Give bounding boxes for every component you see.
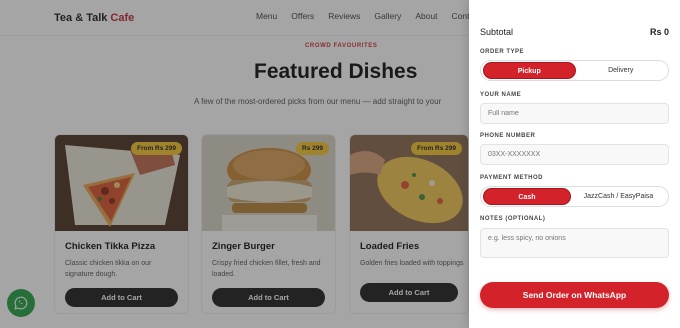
order-type-pickup[interactable]: Pickup: [483, 62, 576, 79]
phone-label: PHONE NUMBER: [480, 133, 536, 139]
name-label: YOUR NAME: [480, 92, 522, 98]
subtotal-label: Subtotal: [480, 27, 514, 37]
notes-label: NOTES (OPTIONAL): [480, 216, 546, 222]
payment-jazzcash-easypaisa[interactable]: JazzCash / EasyPaisa: [571, 188, 666, 205]
modal-backdrop[interactable]: [0, 0, 469, 328]
phone-input[interactable]: [480, 144, 669, 165]
notes-input[interactable]: [480, 228, 669, 258]
order-type-label: ORDER TYPE: [480, 49, 525, 55]
subtotal-value: Rs 0: [649, 27, 669, 37]
payment-label: PAYMENT METHOD: [480, 175, 544, 181]
subtotal-row: Subtotal Rs 0: [480, 27, 669, 37]
order-type-toggle: Pickup Delivery: [480, 60, 669, 81]
send-whatsapp-order-button[interactable]: Send Order on WhatsApp: [480, 282, 669, 308]
payment-cash[interactable]: Cash: [483, 188, 571, 205]
order-type-delivery[interactable]: Delivery: [576, 62, 667, 79]
name-input[interactable]: [480, 103, 669, 124]
order-drawer: Subtotal Rs 0 ORDER TYPE Pickup Delivery…: [469, 0, 680, 328]
payment-toggle: Cash JazzCash / EasyPaisa: [480, 186, 669, 207]
